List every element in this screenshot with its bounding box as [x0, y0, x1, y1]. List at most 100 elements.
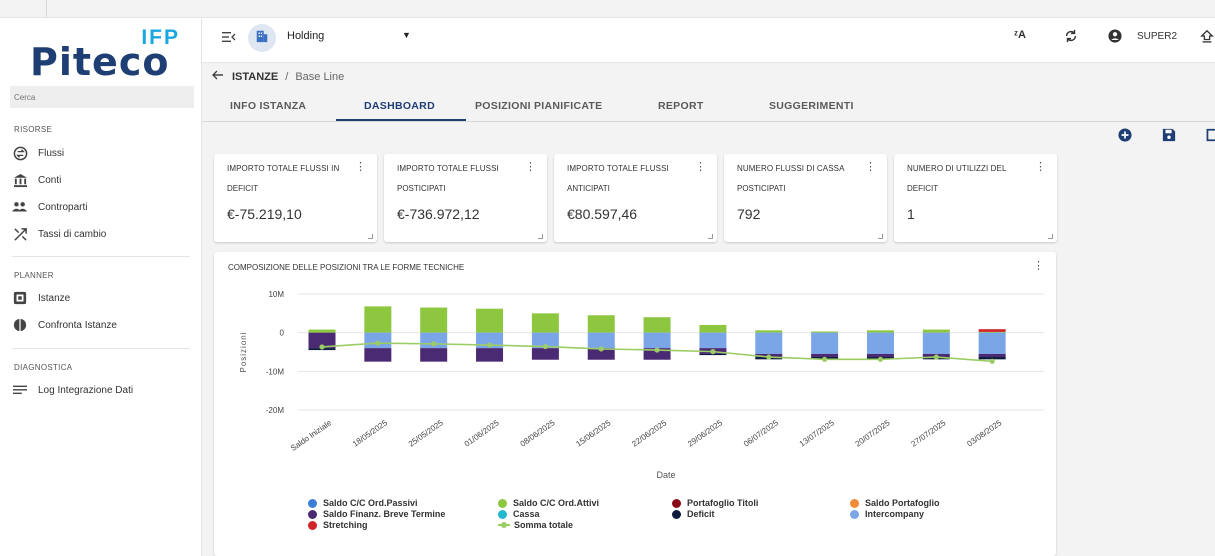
legend-item[interactable]: Saldo Finanz. Breve Termine: [308, 509, 445, 519]
more-vert-icon[interactable]: ⋮: [865, 162, 876, 173]
kpi-card-subtitle: DEFICIT: [227, 184, 259, 193]
bar-segment: [866, 330, 894, 333]
resize-handle-icon[interactable]: [878, 234, 883, 239]
y-tick-label: 10M: [268, 290, 284, 299]
copy-icon[interactable]: [1206, 128, 1215, 142]
sum-point: [431, 341, 437, 347]
kpi-card-title: IMPORTO TOTALE FLUSSI: [397, 164, 499, 173]
legend-item[interactable]: Saldo C/C Ord.Passivi: [308, 498, 418, 508]
x-tick-label: 13/07/2025: [798, 418, 836, 449]
resize-handle-icon[interactable]: [368, 234, 373, 239]
x-tick-label: 01/06/2025: [463, 418, 501, 449]
bar-segment: [364, 332, 392, 349]
sidebar-item-conti[interactable]: Conti: [12, 169, 192, 191]
caret-down-icon[interactable]: ▼: [402, 30, 411, 40]
sidebar-item-label: Istanze: [38, 292, 71, 304]
bar-segment: [364, 348, 392, 362]
kpi-card-deficit: IMPORTO TOTALE FLUSSI IN DEFICIT €-75.21…: [214, 154, 377, 242]
bar-segment: [531, 313, 559, 333]
add-icon[interactable]: [1118, 128, 1132, 142]
username[interactable]: SUPER2: [1137, 31, 1177, 42]
bar-segment: [755, 330, 783, 333]
more-vert-icon[interactable]: ⋮: [525, 162, 536, 173]
kpi-card-title: NUMERO FLUSSI DI CASSA: [737, 164, 845, 173]
tab-info-istanza[interactable]: INFO ISTANZA: [230, 100, 306, 112]
breadcrumb: ISTANZE / Base Line: [212, 70, 344, 83]
x-axis-label: Date: [656, 470, 675, 480]
legend-label: Saldo Finanz. Breve Termine: [323, 509, 446, 519]
bar-segment: [811, 353, 839, 358]
sum-point: [989, 358, 995, 364]
x-tick-label: 22/06/2025: [630, 418, 668, 449]
tab-posizioni-pianificate[interactable]: POSIZIONI PIANIFICATE: [475, 100, 602, 112]
kpi-card-utilizzi-deficit: NUMERO DI UTILIZZI DEL DEFICIT 1 ⋮: [894, 154, 1057, 242]
sidebar-item-log[interactable]: Log Integrazione Dati: [12, 379, 192, 401]
legend-item[interactable]: Stretching: [308, 520, 368, 530]
tab-suggerimenti[interactable]: SUGGERIMENTI: [769, 100, 854, 112]
more-vert-icon[interactable]: ⋮: [695, 162, 706, 173]
legend-item[interactable]: Saldo C/C Ord.Attivi: [498, 498, 599, 508]
resize-handle-icon[interactable]: [538, 234, 543, 239]
bar-segment: [420, 348, 448, 362]
bar-segment: [978, 331, 1006, 333]
collapse-menu-icon[interactable]: [222, 31, 236, 46]
legend-swatch: [850, 509, 859, 519]
sidebar-item-label: Flussi: [38, 147, 65, 159]
sidebar-item-confronta[interactable]: Confronta Istanze: [12, 314, 192, 336]
sidebar-item-flussi[interactable]: Flussi: [12, 142, 192, 164]
active-tab-indicator: [336, 119, 466, 121]
entity-select-value[interactable]: Holding: [287, 30, 324, 42]
breadcrumb-current: Base Line: [295, 70, 345, 83]
entity-avatar[interactable]: [248, 24, 276, 52]
tab-dashboard[interactable]: DASHBOARD: [364, 100, 435, 112]
kpi-card-value: €-736.972,12: [397, 206, 480, 222]
bar-segment: [811, 331, 839, 333]
search-input[interactable]: [10, 86, 194, 108]
bar-segment: [699, 324, 727, 333]
tab-bar: INFO ISTANZA DASHBOARD POSIZIONI PIANIFI…: [202, 94, 1215, 122]
legend-item[interactable]: Saldo Portafoglio: [850, 498, 940, 508]
bar-segment: [866, 332, 894, 354]
kpi-card-anticipati: IMPORTO TOTALE FLUSSI ANTICIPATI €80.597…: [554, 154, 717, 242]
resize-handle-icon[interactable]: [708, 234, 713, 239]
legend-item[interactable]: Intercompany: [850, 509, 924, 519]
legend-item[interactable]: Portafoglio Titoli: [672, 498, 758, 508]
bar-segment: [364, 306, 392, 333]
legend-swatch: [498, 522, 510, 528]
sync-icon[interactable]: [1064, 29, 1078, 46]
bar-segment: [978, 353, 1006, 358]
more-vert-icon[interactable]: ⋮: [1035, 162, 1046, 173]
sidebar-item-label: Controparti: [38, 201, 88, 213]
legend-item[interactable]: Somma totale: [498, 520, 573, 530]
section-title-risorse: RISORSE: [14, 125, 53, 134]
sum-point: [375, 340, 381, 346]
sum-point: [710, 349, 716, 355]
list-icon: [12, 382, 28, 398]
window-top-strip: [0, 0, 1215, 18]
more-vert-icon[interactable]: ⋮: [355, 162, 366, 173]
kpi-card-title: IMPORTO TOTALE FLUSSI IN: [227, 164, 340, 173]
upload-icon[interactable]: [1200, 29, 1214, 46]
bar-segment: [308, 329, 336, 333]
translate-icon[interactable]: ᶻA: [1014, 29, 1026, 41]
y-tick-label: -10M: [266, 367, 285, 376]
legend-item[interactable]: Cassa: [498, 509, 540, 519]
sidebar-item-controparti[interactable]: Controparti: [12, 196, 192, 218]
sidebar-item-istanze[interactable]: Istanze: [12, 287, 192, 309]
resize-handle-icon[interactable]: [1048, 234, 1053, 239]
tab-report[interactable]: REPORT: [658, 100, 704, 112]
account-icon[interactable]: [1108, 29, 1122, 46]
x-tick-label: 27/07/2025: [909, 418, 947, 449]
sidebar-item-tassi[interactable]: Tassi di cambio: [12, 223, 192, 245]
logo-main-text: Piteco: [30, 40, 170, 84]
back-arrow-icon[interactable]: [212, 70, 224, 83]
y-tick-label: -20M: [266, 406, 285, 415]
sum-point: [654, 347, 660, 353]
breadcrumb-root-link[interactable]: ISTANZE: [232, 71, 278, 83]
save-icon[interactable]: [1162, 128, 1176, 142]
bar-segment: [531, 348, 559, 360]
sidebar-divider: [12, 256, 190, 257]
legend-swatch: [672, 498, 681, 508]
legend-item[interactable]: Deficit: [672, 509, 715, 519]
people-icon: [12, 199, 28, 215]
